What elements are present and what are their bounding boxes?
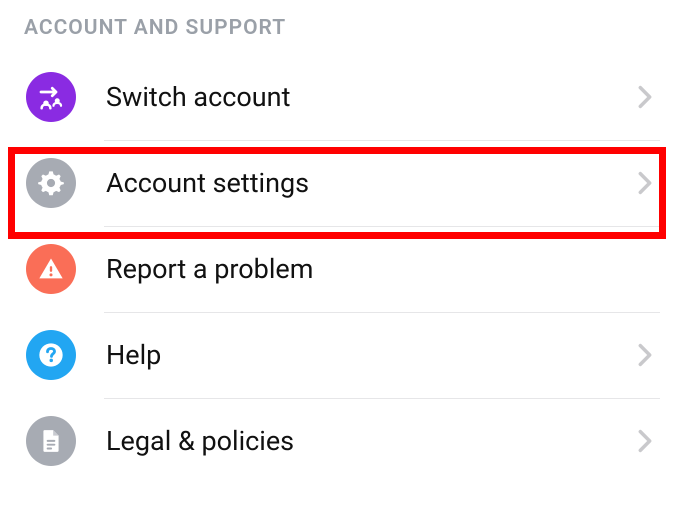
row-label: Report a problem: [106, 253, 654, 285]
section-header: Account and Support: [0, 0, 680, 54]
chevron-right-icon: [636, 426, 654, 456]
row-legal-policies[interactable]: Legal & policies: [0, 398, 680, 484]
document-icon: [26, 416, 76, 466]
chevron-right-icon: [636, 340, 654, 370]
row-account-settings[interactable]: Account settings: [0, 140, 680, 226]
row-report-problem[interactable]: Report a problem: [0, 226, 680, 312]
row-label: Switch account: [106, 81, 636, 113]
chevron-right-icon: [636, 82, 654, 112]
gear-icon: [26, 158, 76, 208]
row-label: Account settings: [106, 167, 636, 199]
row-label: Help: [106, 339, 636, 371]
question-icon: [26, 330, 76, 380]
chevron-right-icon: [636, 168, 654, 198]
settings-list: Switch account Account settings Report a…: [0, 54, 680, 484]
row-help[interactable]: Help: [0, 312, 680, 398]
row-label: Legal & policies: [106, 425, 636, 457]
row-switch-account[interactable]: Switch account: [0, 54, 680, 140]
alert-icon: [26, 244, 76, 294]
switch-account-icon: [26, 72, 76, 122]
